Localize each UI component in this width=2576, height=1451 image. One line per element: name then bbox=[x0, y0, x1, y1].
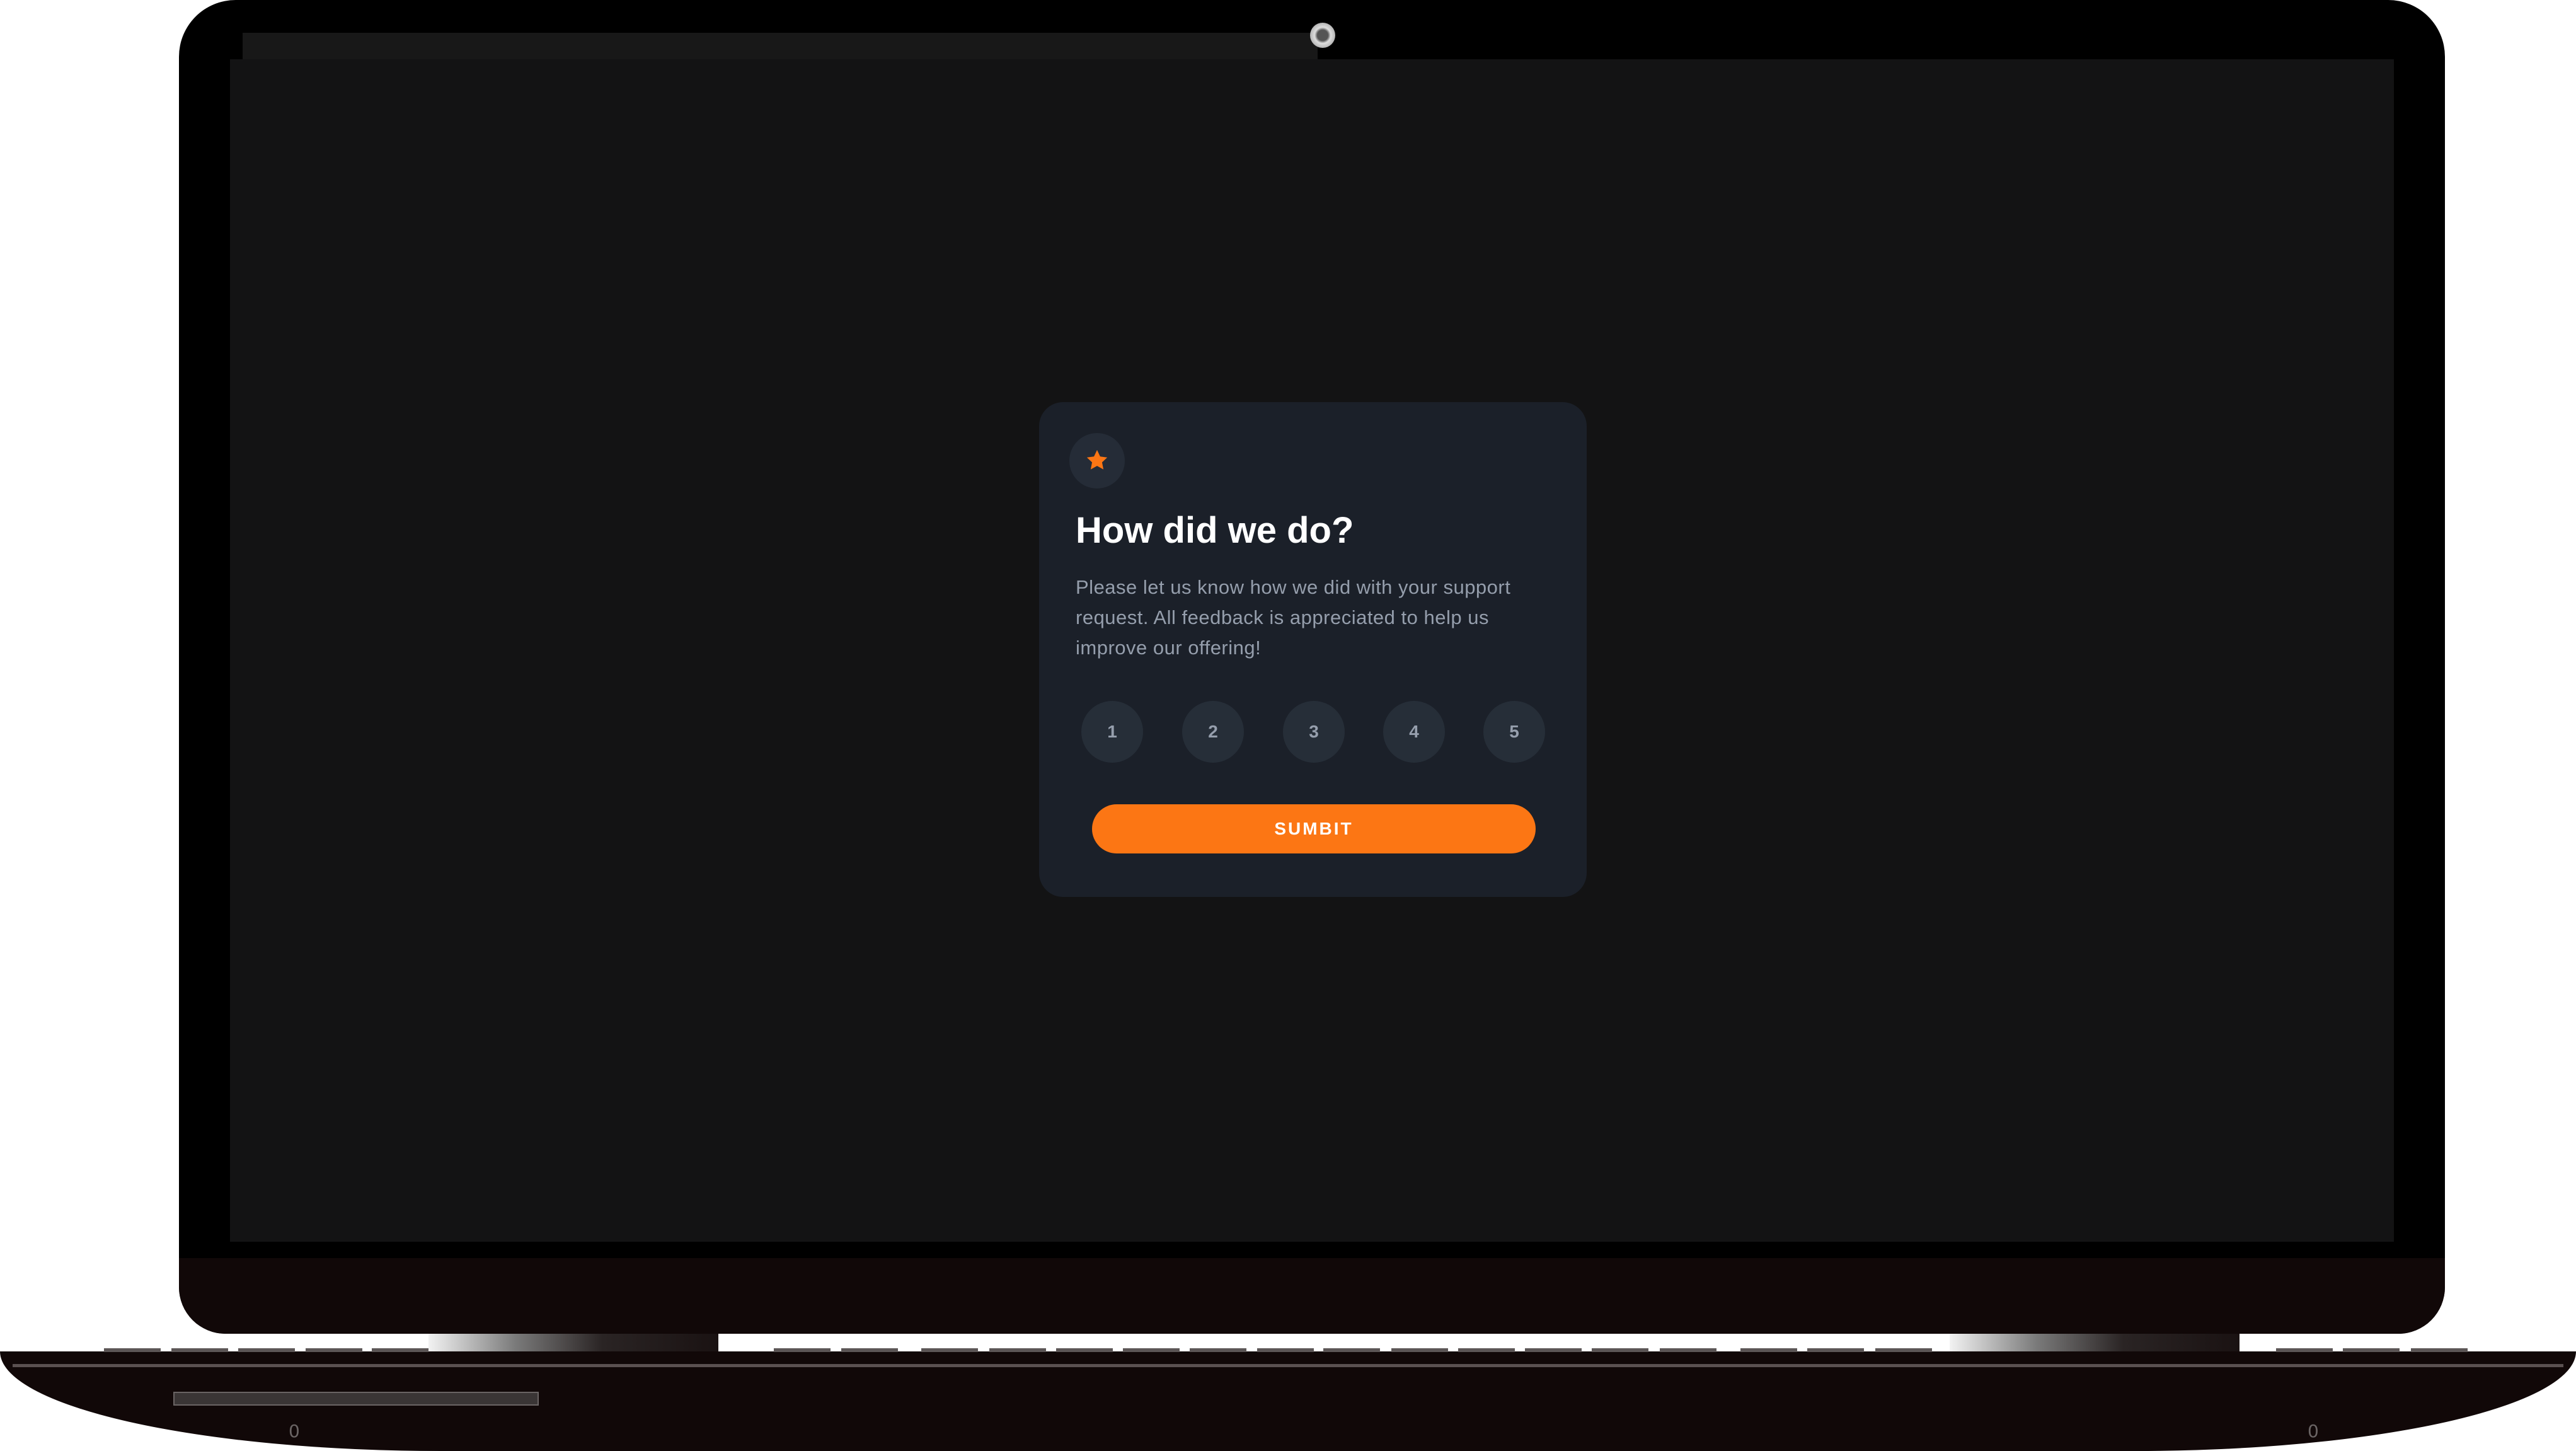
key-strip bbox=[989, 1348, 1046, 1352]
browser-top-bar bbox=[243, 33, 1318, 61]
key-strip bbox=[1056, 1348, 1113, 1352]
base-edge-line bbox=[13, 1364, 2563, 1367]
card-title: How did we do? bbox=[1076, 510, 1354, 551]
laptop-mockup: How did we do? Please let us know how we… bbox=[0, 0, 2576, 1451]
base-label-right: 0 bbox=[2308, 1421, 2319, 1442]
rating-button-4[interactable]: 4 bbox=[1383, 701, 1445, 763]
key-strip bbox=[171, 1348, 228, 1352]
key-strip bbox=[841, 1348, 898, 1352]
star-icon bbox=[1086, 449, 1108, 470]
key-strip bbox=[1592, 1348, 1648, 1352]
key-strip bbox=[372, 1348, 428, 1352]
rating-button-3[interactable]: 3 bbox=[1283, 701, 1345, 763]
key-strip bbox=[2343, 1348, 2400, 1352]
hinge-left bbox=[428, 1334, 718, 1351]
star-badge bbox=[1069, 433, 1125, 488]
key-strip bbox=[306, 1348, 362, 1352]
key-strip bbox=[774, 1348, 831, 1352]
key-strip bbox=[1391, 1348, 1448, 1352]
rating-button-1[interactable]: 1 bbox=[1081, 701, 1143, 763]
key-strip bbox=[1257, 1348, 1314, 1352]
key-strip bbox=[1458, 1348, 1515, 1352]
key-strip bbox=[104, 1348, 161, 1352]
key-strip bbox=[921, 1348, 978, 1352]
key-strip bbox=[1807, 1348, 1864, 1352]
laptop-chin bbox=[179, 1258, 2445, 1334]
key-strip bbox=[1740, 1348, 1797, 1352]
base-label-left: 0 bbox=[289, 1421, 300, 1442]
key-strip bbox=[1123, 1348, 1180, 1352]
laptop-screen: How did we do? Please let us know how we… bbox=[230, 59, 2394, 1242]
key-strip bbox=[1190, 1348, 1246, 1352]
camera-icon bbox=[1310, 23, 1335, 48]
card-description: Please let us know how we did with your … bbox=[1076, 576, 1511, 659]
key-strip bbox=[1525, 1348, 1582, 1352]
key-strip bbox=[1323, 1348, 1380, 1352]
submit-button[interactable]: SUMBIT bbox=[1092, 804, 1536, 853]
rating-button-2[interactable]: 2 bbox=[1182, 701, 1244, 763]
rating-button-5[interactable]: 5 bbox=[1483, 701, 1545, 763]
key-strip bbox=[1660, 1348, 1716, 1352]
key-strip bbox=[1875, 1348, 1932, 1352]
base-slot bbox=[173, 1392, 539, 1406]
hinge-right bbox=[1950, 1334, 2240, 1351]
key-strip bbox=[2411, 1348, 2468, 1352]
key-strip bbox=[238, 1348, 295, 1352]
key-strip bbox=[2276, 1348, 2333, 1352]
